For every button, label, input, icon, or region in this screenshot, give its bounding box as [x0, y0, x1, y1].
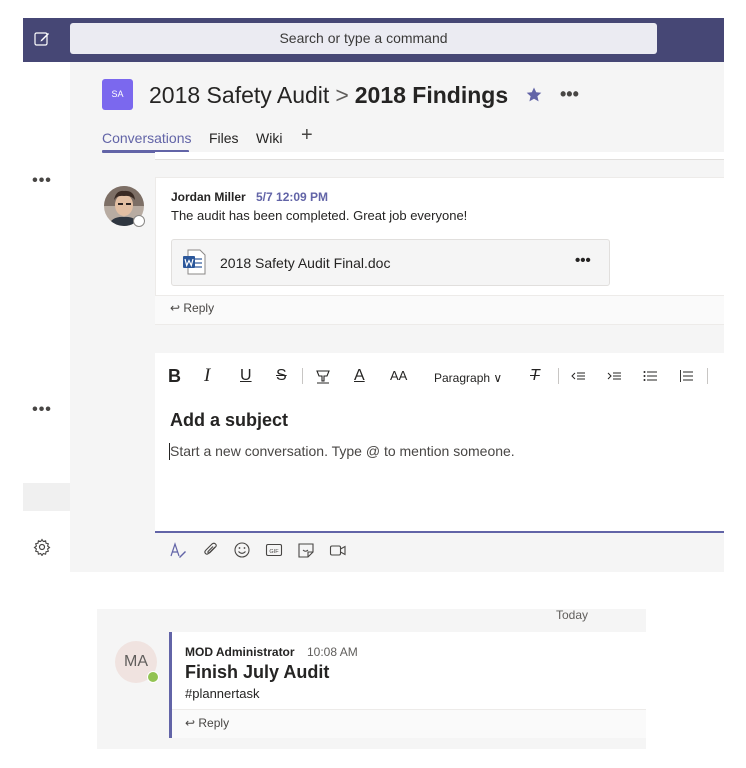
- channel-more-icon[interactable]: •••: [560, 84, 579, 105]
- tab-wiki[interactable]: Wiki: [256, 128, 282, 150]
- meet-now-icon[interactable]: [329, 541, 347, 559]
- gif-icon[interactable]: GIF: [265, 541, 283, 559]
- bulleted-list-icon[interactable]: [642, 368, 658, 384]
- message-tag[interactable]: #plannertask: [185, 686, 259, 701]
- word-document-icon: [183, 249, 206, 275]
- tab-conversations[interactable]: Conversations: [102, 128, 192, 150]
- toolbar-separator: [558, 368, 559, 384]
- attach-icon[interactable]: [202, 541, 220, 559]
- increase-indent-icon[interactable]: [606, 368, 622, 384]
- reply-button[interactable]: ↩ Reply: [170, 301, 214, 315]
- tab-files[interactable]: Files: [209, 128, 239, 150]
- date-divider: Today: [556, 608, 589, 622]
- team-name[interactable]: 2018 Safety Audit: [149, 82, 329, 108]
- reply-button[interactable]: ↩ Reply: [185, 716, 229, 730]
- message-timestamp: 10:08 AM: [307, 645, 358, 659]
- message-title: Finish July Audit: [185, 662, 330, 682]
- message-input[interactable]: Start a new conversation. Type @ to ment…: [170, 443, 515, 459]
- svg-text:GIF: GIF: [269, 549, 279, 555]
- subject-field[interactable]: Add a subject: [170, 410, 288, 431]
- rail-more-icon[interactable]: •••: [31, 401, 53, 419]
- text-caret: [169, 443, 170, 460]
- message-author[interactable]: Jordan Miller: [171, 190, 246, 204]
- add-tab-icon[interactable]: +: [301, 124, 313, 147]
- message-timestamp: 5/7 12:09 PM: [256, 190, 329, 204]
- sticker-icon[interactable]: [297, 541, 315, 559]
- previous-thread-edge: [155, 152, 724, 160]
- decrease-indent-icon[interactable]: [570, 368, 586, 384]
- highlight-icon[interactable]: [315, 368, 331, 384]
- rail-more-icon[interactable]: •••: [31, 172, 53, 190]
- numbered-list-icon[interactable]: [678, 368, 694, 384]
- breadcrumb-separator: >: [335, 82, 349, 108]
- underline-button[interactable]: U: [240, 366, 252, 386]
- font-size-button[interactable]: AA: [390, 366, 407, 386]
- font-color-button[interactable]: A: [354, 366, 365, 386]
- toolbar-separator: [302, 368, 303, 384]
- gear-icon[interactable]: [33, 538, 51, 556]
- search-input[interactable]: Search or type a command: [70, 23, 657, 54]
- bold-button[interactable]: B: [168, 366, 181, 386]
- rail-selected-item[interactable]: [23, 483, 70, 511]
- clear-formatting-button[interactable]: T: [530, 366, 540, 386]
- file-more-icon[interactable]: •••: [575, 252, 591, 269]
- format-icon[interactable]: [169, 541, 187, 559]
- presence-status-icon: [133, 215, 145, 227]
- message-body: The audit has been completed. Great job …: [171, 208, 468, 223]
- file-name[interactable]: 2018 Safety Audit Final.doc: [220, 255, 390, 271]
- team-avatar: SA: [102, 79, 133, 110]
- star-icon[interactable]: [525, 86, 543, 104]
- channel-name: 2018 Findings: [354, 82, 509, 108]
- message-author[interactable]: MOD Administrator: [185, 645, 295, 659]
- reply-bar[interactable]: [155, 296, 724, 324]
- strikethrough-button[interactable]: S: [276, 366, 287, 386]
- paragraph-dropdown[interactable]: Paragraph ∨: [434, 368, 502, 388]
- emoji-icon[interactable]: [233, 541, 251, 559]
- italic-button[interactable]: I: [204, 366, 210, 386]
- channel-header: 2018 Safety Audit >2018 Findings: [149, 79, 508, 111]
- reply-bar[interactable]: [172, 710, 646, 738]
- new-chat-icon[interactable]: [33, 30, 51, 48]
- presence-available-icon: [147, 671, 159, 683]
- toolbar-separator: [707, 368, 708, 384]
